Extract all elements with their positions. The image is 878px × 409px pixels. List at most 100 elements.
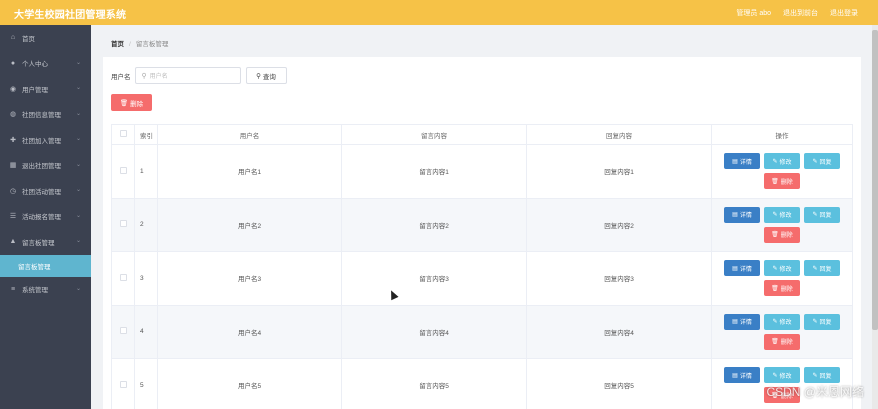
sidebar-item-6[interactable]: ◷ 社团活动管理 ⌄: [0, 178, 91, 204]
table-header-row: 索引 用户名 留言内容 回复内容 操作: [111, 124, 853, 145]
row-checkbox-cell[interactable]: [111, 198, 135, 252]
delete-button[interactable]: 🗑 删除: [764, 280, 800, 297]
delete-button[interactable]: 🗑 删除: [764, 226, 800, 243]
sidebar-item-2[interactable]: ◉ 用户管理 ⌄: [0, 76, 91, 102]
cell-reply: 回复内容1: [526, 144, 712, 199]
reply-edit-icon: ✎: [812, 372, 818, 379]
detail-button[interactable]: ▤ 详情: [724, 153, 760, 170]
list-icon: ☰: [9, 213, 17, 221]
reply-edit-icon: ✎: [812, 265, 818, 272]
location-icon: ◉: [9, 85, 17, 93]
reply-button[interactable]: ✎ 回复: [804, 153, 840, 170]
sidebar-item-8[interactable]: ▲ 留言板管理 ⌄: [0, 229, 91, 255]
row-checkbox[interactable]: [119, 166, 127, 174]
sidebar-item-3[interactable]: ◍ 社团信息管理 ⌄: [0, 102, 91, 128]
back-to-frontend-link[interactable]: 退出到前台: [783, 8, 818, 18]
cell-reply: 回复内容5: [526, 358, 712, 409]
cell-index: 2: [134, 198, 158, 252]
sidebar-item-label: 社团信息管理: [22, 112, 61, 120]
reply-edit-icon: ✎: [812, 158, 818, 165]
edit-button[interactable]: ✎ 修改: [764, 313, 800, 330]
chevron-down-icon: ⌄: [75, 136, 81, 142]
sidebar-subitem-9[interactable]: 留言板管理: [0, 254, 91, 277]
column-header-actions: 操作: [711, 124, 853, 145]
sidebar-item-7[interactable]: ☰ 活动报名管理 ⌄: [0, 204, 91, 230]
edit-label: 修改: [779, 320, 792, 327]
detail-label: 详情: [739, 213, 752, 220]
detail-label: 详情: [739, 320, 752, 327]
select-all-checkbox-cell[interactable]: [111, 124, 135, 145]
edit-button[interactable]: ✎ 修改: [764, 153, 800, 170]
row-checkbox-cell[interactable]: [111, 305, 135, 359]
search-button-label: 查询: [262, 73, 276, 81]
row-actions: ▤ 详情 ✎ 修改 ✎ 回复 🗑 删除: [722, 260, 842, 297]
breadcrumb: 首页 / 留言板管理: [91, 25, 878, 57]
row-checkbox[interactable]: [119, 327, 127, 335]
sidebar-item-4[interactable]: ✚ 社团加入管理 ⌄: [0, 127, 91, 153]
edit-icon: ✎: [772, 265, 778, 272]
search-label: 用户名: [111, 73, 131, 81]
row-checkbox-cell[interactable]: [111, 358, 135, 409]
edit-button[interactable]: ✎ 修改: [764, 260, 800, 277]
delete-label: 删除: [780, 233, 793, 240]
row-checkbox-cell[interactable]: [111, 144, 135, 199]
document-icon: ▤: [732, 265, 738, 272]
delete-button[interactable]: 🗑 删除: [764, 333, 800, 350]
edit-button[interactable]: ✎ 修改: [764, 367, 800, 384]
reply-edit-icon: ✎: [812, 212, 818, 219]
column-header-reply: 回复内容: [526, 124, 712, 145]
cell-message: 留言内容4: [341, 305, 527, 359]
cell-message: 留言内容1: [341, 144, 527, 199]
reply-button[interactable]: ✎ 回复: [804, 260, 840, 277]
row-actions: ▤ 详情 ✎ 修改 ✎ 回复 🗑 删除: [722, 313, 842, 350]
page-scrollbar-thumb[interactable]: [872, 30, 878, 330]
sidebar-item-label: 系统管理: [22, 287, 48, 295]
cell-reply: 回复内容3: [526, 251, 712, 306]
edit-label: 修改: [779, 373, 792, 380]
edit-label: 修改: [779, 213, 792, 220]
row-checkbox[interactable]: [119, 380, 127, 388]
table-row: 2 用户名2 留言内容2 回复内容2 ▤ 详情 ✎ 修改 ✎ 回复 🗑 删除: [111, 198, 853, 252]
delete-button[interactable]: 🗑 删除: [764, 173, 800, 190]
search-icon: ⚲: [141, 72, 147, 80]
menu-icon: ≡: [10, 285, 16, 293]
person-icon: ▲: [9, 238, 17, 246]
sidebar-item-1[interactable]: ● 个人中心 ⌄: [0, 51, 91, 77]
cell-message: 留言内容3: [341, 251, 527, 306]
detail-button[interactable]: ▤ 详情: [724, 260, 760, 277]
cell-actions: ▤ 详情 ✎ 修改 ✎ 回复 🗑 删除: [711, 198, 853, 252]
select-all-checkbox[interactable]: [119, 130, 127, 137]
sidebar-item-5[interactable]: ▦ 退出社团管理 ⌄: [0, 153, 91, 179]
chevron-down-icon: ⌄: [75, 85, 81, 91]
column-header-index: 索引: [134, 124, 158, 145]
edit-label: 修改: [779, 266, 792, 273]
row-checkbox[interactable]: [119, 220, 127, 228]
sidebar-item-0[interactable]: ⌂ 首页: [0, 25, 91, 51]
row-checkbox-cell[interactable]: [111, 251, 135, 306]
reply-button[interactable]: ✎ 回复: [804, 206, 840, 223]
breadcrumb-home[interactable]: 首页: [111, 41, 124, 48]
row-actions: ▤ 详情 ✎ 修改 ✎ 回复 🗑 删除: [722, 153, 842, 190]
edit-button[interactable]: ✎ 修改: [764, 206, 800, 223]
row-checkbox[interactable]: [119, 273, 127, 281]
cell-reply: 回复内容2: [526, 198, 712, 252]
reply-button[interactable]: ✎ 回复: [804, 367, 840, 384]
detail-button[interactable]: ▤ 详情: [724, 313, 760, 330]
search-button[interactable]: ⚲ 查询: [245, 67, 287, 84]
breadcrumb-separator: /: [129, 41, 131, 48]
cell-index: 5: [134, 358, 158, 409]
reply-button[interactable]: ✎ 回复: [804, 313, 840, 330]
edit-icon: ✎: [772, 158, 778, 165]
sidebar-item-10[interactable]: ≡ 系统管理 ⌄: [0, 277, 91, 303]
trash-icon: 🗑: [771, 285, 779, 292]
detail-button[interactable]: ▤ 详情: [724, 367, 760, 384]
grid-icon: ▦: [9, 162, 17, 170]
cell-message: 留言内容5: [341, 358, 527, 409]
detail-label: 详情: [739, 159, 752, 166]
cell-username: 用户名4: [157, 305, 342, 359]
bulk-delete-button[interactable]: 🗑 删除: [111, 94, 152, 111]
detail-button[interactable]: ▤ 详情: [724, 206, 760, 223]
breadcrumb-current: 留言板管理: [135, 41, 169, 48]
logout-link[interactable]: 退出登录: [830, 8, 858, 18]
search-input[interactable]: ⚲ 用户名: [134, 67, 241, 84]
